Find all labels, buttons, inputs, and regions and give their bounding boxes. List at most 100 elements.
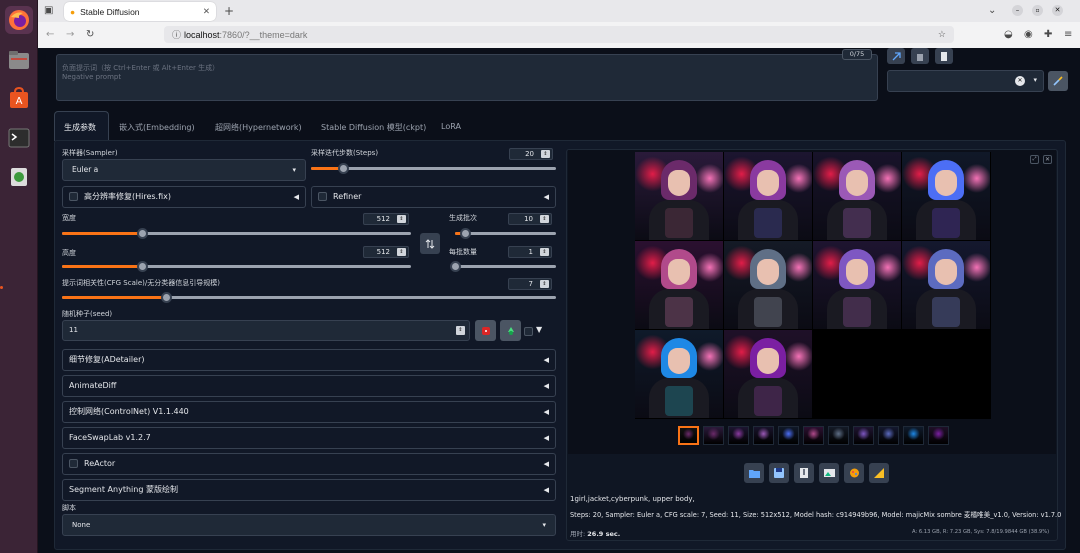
extra-seed-checkbox[interactable] [524,327,533,336]
gallery-thumbnail[interactable] [903,426,924,445]
tab-hypernetwork[interactable]: 超网络(Hypernetwork) [215,122,302,133]
browser-tab[interactable]: ● Stable Diffusion ✕ [64,2,216,21]
generated-image[interactable] [635,330,723,418]
page-info-icon[interactable]: ⓘ [172,28,181,41]
tab-overview-icon[interactable]: ▣ [44,5,53,17]
stepper-icon[interactable]: ⇕ [541,150,550,158]
tab-lora[interactable]: LoRA [441,122,461,131]
bookmark-star-icon[interactable]: ☆ [938,29,946,40]
account-icon[interactable]: ◉ [1024,29,1033,41]
refiner-checkbox[interactable] [318,192,327,201]
seed-input[interactable]: 11 ⇕ [62,320,470,341]
stepper-icon[interactable]: ⇕ [456,326,465,335]
software-center-icon[interactable]: A [5,84,33,112]
width-slider[interactable] [62,228,411,239]
generated-image[interactable] [902,241,990,329]
reuse-seed-button[interactable] [500,320,521,341]
minimize-icon[interactable]: – [1012,5,1023,16]
generated-image[interactable] [902,152,990,240]
hires-fix-checkbox[interactable] [69,192,78,201]
send-to-extras-button[interactable] [869,463,889,483]
styles-dropdown[interactable]: ✕ ▾ [887,70,1044,92]
gallery-thumbnail[interactable] [728,426,749,445]
stepper-icon[interactable]: ⇕ [540,280,549,288]
forward-icon[interactable]: → [66,29,74,41]
menu-icon[interactable]: ≡ [1064,29,1072,41]
batch-count-input[interactable]: 10 ⇕ [508,213,552,225]
script-dropdown[interactable]: None ▾ [62,514,556,536]
animatediff-accordion[interactable]: AnimateDiff ◀ [62,375,556,397]
tab-close-icon[interactable]: ✕ [203,6,210,17]
fullscreen-icon[interactable]: ⤢ [1030,155,1039,164]
back-icon[interactable]: ← [46,29,54,41]
close-preview-icon[interactable]: ✕ [1043,155,1052,164]
cfg-scale-input[interactable]: 7 ⇕ [508,278,552,290]
tab-checkpoint[interactable]: Stable Diffusion 模型(ckpt) [321,122,426,133]
style-icon[interactable] [935,48,953,64]
new-tab-icon[interactable]: + [224,5,234,17]
refiner-accordion[interactable]: Refiner ◀ [311,186,556,208]
reactor-checkbox[interactable] [69,459,78,468]
terminal-icon[interactable] [5,124,33,152]
batch-size-input[interactable]: 1 ⇕ [508,246,552,258]
steps-slider-thumb[interactable] [337,163,349,174]
save-button[interactable] [769,463,789,483]
gallery-thumbnail[interactable] [778,426,799,445]
batch-count-slider[interactable] [455,228,556,239]
zip-button[interactable] [794,463,814,483]
clear-icon[interactable]: ✕ [1015,76,1025,86]
batch-size-slider-thumb[interactable] [450,261,461,272]
send-to-img2img-button[interactable] [819,463,839,483]
generated-image[interactable] [724,152,812,240]
pocket-icon[interactable]: ◒ [1004,29,1013,41]
trash-icon[interactable] [5,162,33,190]
gallery-thumbnail[interactable] [878,426,899,445]
url-bar[interactable]: ⓘ localhost:7860/?__theme=dark ☆ [164,26,954,43]
gallery-thumbnail[interactable] [753,426,774,445]
stepper-icon[interactable]: ⇕ [540,248,549,256]
faceswaplab-accordion[interactable]: FaceSwapLab v1.2.7 ◀ [62,427,556,449]
controlnet-accordion[interactable]: 控制网络(ControlNet) V1.1.440 ◀ [62,401,556,423]
gallery-thumbnail[interactable] [703,426,724,445]
sampler-dropdown[interactable]: Euler a ▾ [62,159,306,181]
generated-image[interactable] [635,152,723,240]
image-grid[interactable] [635,152,991,419]
arrow-icon[interactable] [887,48,905,64]
files-icon[interactable] [5,46,33,74]
tab-embedding[interactable]: 嵌入式(Embedding) [119,122,195,133]
steps-input[interactable]: 20 ⇕ [509,148,553,160]
steps-slider[interactable] [311,163,556,174]
cfg-scale-slider[interactable] [62,292,556,303]
stepper-icon[interactable]: ⇕ [397,215,406,223]
reload-icon[interactable]: ↻ [86,29,94,41]
gallery-thumbnail[interactable] [928,426,949,445]
extensions-icon[interactable]: ✚ [1044,29,1052,41]
generated-image[interactable] [724,241,812,329]
swap-dimensions-button[interactable] [420,233,440,254]
stepper-icon[interactable]: ⇕ [540,215,549,223]
open-folder-button[interactable] [744,463,764,483]
send-to-inpaint-button[interactable] [844,463,864,483]
gallery-thumbnail[interactable] [853,426,874,445]
generated-image[interactable] [813,152,901,240]
generated-image[interactable] [635,241,723,329]
segment-anything-accordion[interactable]: Segment Anything 蒙版绘制 ◀ [62,479,556,501]
random-seed-button[interactable] [475,320,496,341]
height-input[interactable]: 512 ⇕ [363,246,409,258]
negative-prompt-input[interactable]: 负面提示词（按 Ctrl+Enter 或 Alt+Enter 生成） Negat… [56,54,878,101]
height-slider[interactable] [62,261,411,272]
generated-image[interactable] [813,241,901,329]
trash-prompt-icon[interactable] [911,48,929,64]
maximize-icon[interactable]: ▫ [1032,5,1043,16]
gallery-thumbnail[interactable] [678,426,699,445]
gallery-thumbnail[interactable] [803,426,824,445]
adetailer-accordion[interactable]: 细节修复(ADetailer) ◀ [62,349,556,371]
firefox-icon[interactable] [5,6,33,34]
generated-image[interactable] [724,330,812,418]
tab-list-icon[interactable]: ⌄ [988,5,996,17]
cfg-scale-slider-thumb[interactable] [160,292,172,303]
gallery-thumbnail[interactable] [828,426,849,445]
reactor-accordion[interactable]: ReActor ◀ [62,453,556,475]
width-input[interactable]: 512 ⇕ [363,213,409,225]
extra-seed-triangle-icon[interactable]: ▼ [536,325,542,334]
